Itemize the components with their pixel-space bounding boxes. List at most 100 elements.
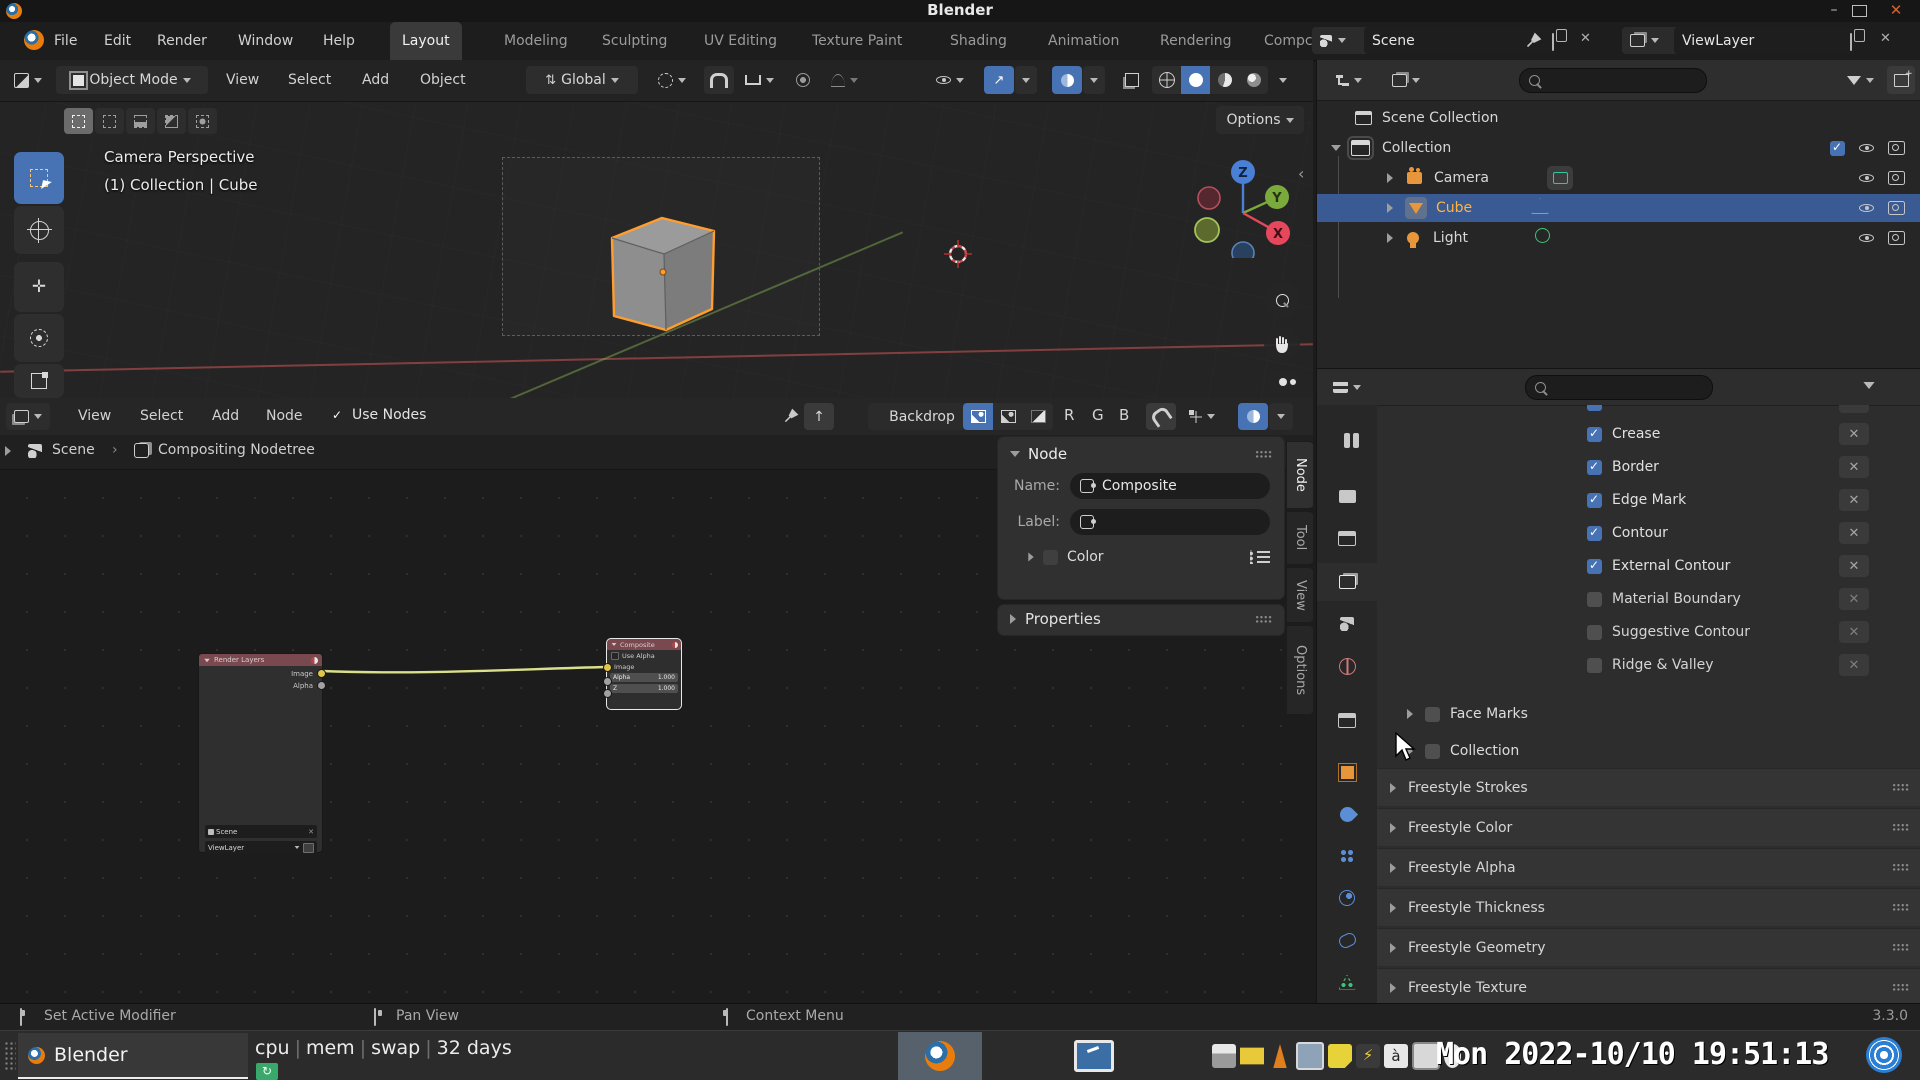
select-new-button[interactable] [64, 108, 93, 134]
material-boundary-checkbox[interactable] [1587, 592, 1602, 607]
tool-cursor[interactable] [14, 206, 64, 254]
color-checkbox[interactable] [1043, 550, 1058, 565]
panel-freestyle-color[interactable]: Freestyle Color [1377, 808, 1920, 846]
menu-edit[interactable]: Edit [94, 22, 141, 60]
new-scene-button[interactable] [1552, 33, 1554, 51]
crease-checkbox[interactable] [1587, 427, 1602, 442]
panel-grip-icon[interactable] [1892, 783, 1909, 792]
remove-icon[interactable]: ✕ [1839, 489, 1869, 511]
snap-toggle[interactable] [704, 66, 734, 94]
collapse-node-icon[interactable] [612, 643, 617, 646]
panel-grip-icon[interactable] [1892, 903, 1909, 912]
camera-data-badge[interactable] [1547, 166, 1573, 190]
viewport-menu-add[interactable]: Add [352, 60, 399, 101]
collection-checkbox[interactable] [1425, 744, 1440, 759]
render-button-icon[interactable] [303, 843, 314, 853]
disclosure-icon[interactable] [1387, 233, 1393, 243]
tray-char-icon[interactable]: à [1384, 1044, 1408, 1068]
new-viewlayer-button[interactable] [1850, 33, 1852, 51]
modifiers-props-icon[interactable] [1338, 805, 1356, 823]
remove-viewlayer-button[interactable]: ✕ [1880, 31, 1891, 46]
outliner-filter-type[interactable] [1381, 66, 1431, 94]
node-name-field[interactable]: Composite [1070, 473, 1270, 499]
particles-props-icon[interactable] [1338, 847, 1356, 865]
shading-material-button[interactable] [1210, 66, 1239, 94]
tab-sculpting[interactable]: Sculpting [590, 22, 679, 60]
tray-mail-icon[interactable] [1240, 1044, 1264, 1068]
properties-search[interactable] [1525, 375, 1713, 400]
panel-grip-icon[interactable] [1892, 823, 1909, 832]
border-checkbox[interactable] [1587, 460, 1602, 475]
remove-icon[interactable]: ✕ [1839, 621, 1869, 643]
presets-list-icon[interactable] [1250, 550, 1270, 564]
viewlayer-name-field[interactable]: ViewLayer [1674, 27, 1856, 54]
taskbar-app-blender[interactable]: Blender [18, 1033, 248, 1079]
backdrop-color-alpha-button[interactable] [963, 403, 993, 430]
panel-freestyle-geometry[interactable]: Freestyle Geometry [1377, 928, 1920, 966]
hide-icon[interactable] [1859, 141, 1874, 156]
disable-render-icon[interactable] [1888, 201, 1905, 215]
hide-icon[interactable] [1859, 171, 1874, 186]
transform-orientation-selector[interactable]: ⇅ Global [526, 66, 638, 94]
options-button[interactable]: Options [1216, 106, 1304, 134]
new-collection-button[interactable]: + [1887, 66, 1915, 94]
disclosure-icon[interactable] [1331, 145, 1341, 151]
proportional-editing-toggle[interactable] [788, 66, 818, 94]
overlays-toggle[interactable] [1052, 66, 1082, 94]
proportional-falloff-selector[interactable] [820, 66, 868, 94]
tab-animation[interactable]: Animation [1036, 22, 1131, 60]
tool-move[interactable]: ✛ [14, 262, 64, 312]
remove-icon[interactable]: ✕ [1839, 456, 1869, 478]
disable-render-icon[interactable] [1888, 171, 1905, 185]
camera-view-button[interactable] [1268, 370, 1298, 394]
node-menu-select[interactable]: Select [130, 398, 193, 435]
outliner-row-scene-collection[interactable]: Scene Collection [1317, 104, 1920, 132]
outliner-row-cube[interactable]: Cube [1317, 194, 1920, 222]
close-button[interactable]: ✕ [1884, 1, 1908, 19]
select-invert-button[interactable] [157, 108, 186, 134]
remove-icon[interactable]: ✕ [1839, 522, 1869, 544]
viewport-menu-object[interactable]: Object [410, 60, 476, 101]
node-menu-node[interactable]: Node [256, 398, 313, 435]
node-snap-toggle[interactable] [1146, 403, 1176, 430]
gizmos-dropdown[interactable] [1015, 66, 1037, 94]
node-snap-target[interactable] [1178, 403, 1226, 430]
outliner-row-camera[interactable]: Camera [1317, 164, 1920, 192]
tray-vlc-icon[interactable] [1268, 1044, 1292, 1068]
composite-node[interactable]: Composite Use Alpha Image Alpha 1.000 Z … [607, 639, 681, 709]
channel-g-button[interactable]: G [1092, 406, 1104, 424]
panel-grip-icon[interactable] [1892, 863, 1909, 872]
sidebar-tab-node[interactable]: Node [1286, 441, 1313, 509]
go-to-parent-button[interactable]: ↑ [804, 403, 834, 430]
alpha-input-socket[interactable] [603, 677, 612, 686]
shading-rendered-button[interactable] [1239, 66, 1268, 94]
remove-icon[interactable]: ✕ [1839, 654, 1869, 676]
zoom-button[interactable] [1264, 282, 1300, 318]
ridge-valley-checkbox[interactable] [1587, 658, 1602, 673]
system-monitor[interactable]: cpu| mem| swap| 32 days [255, 1037, 512, 1059]
scene-props-icon[interactable] [1338, 615, 1356, 633]
shading-wireframe-button[interactable] [1152, 66, 1181, 94]
taskbar-grip[interactable] [4, 1041, 16, 1071]
tray-printer-icon[interactable] [1212, 1044, 1236, 1068]
tab-uv-editing[interactable]: UV Editing [692, 22, 789, 60]
compositor-editor[interactable]: View Select Add Node Use Nodes ↑ Backdro… [0, 398, 1313, 1003]
expand-icon[interactable] [5, 446, 11, 456]
panel-freestyle-strokes[interactable]: Freestyle Strokes [1377, 768, 1920, 806]
contour-checkbox[interactable] [1587, 526, 1602, 541]
node-overlays-toggle[interactable] [1238, 403, 1268, 430]
blender-menu-icon[interactable] [24, 30, 44, 50]
collection-row[interactable]: Collection [1377, 738, 1920, 764]
node-menu-add[interactable]: Add [202, 398, 249, 435]
pin-icon[interactable] [783, 408, 799, 424]
panel-freestyle-alpha[interactable]: Freestyle Alpha [1377, 848, 1920, 886]
node-scene-field[interactable]: Scene ✕ [205, 825, 317, 838]
tray-computer-icon[interactable] [1296, 1042, 1324, 1070]
viewport-menu-view[interactable]: View [216, 60, 269, 101]
axis-gizmo[interactable]: Z Y X [1192, 158, 1297, 258]
tab-rendering[interactable]: Rendering [1148, 22, 1244, 60]
panel-grip-icon[interactable] [1255, 615, 1272, 624]
tab-layout[interactable]: Layout [390, 22, 462, 60]
physics-props-icon[interactable] [1338, 889, 1356, 907]
light-data-icon[interactable] [1535, 228, 1550, 243]
